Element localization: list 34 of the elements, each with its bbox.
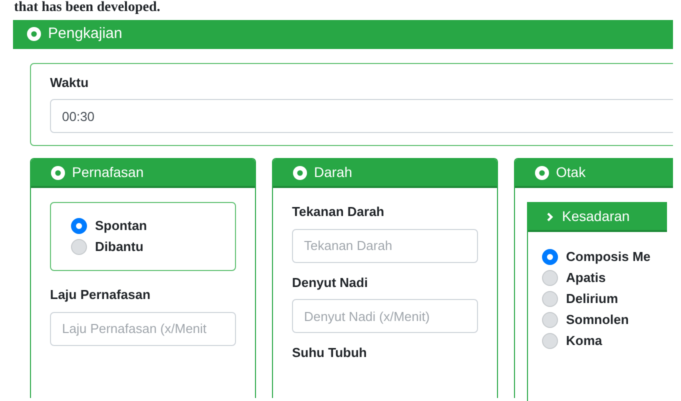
radio-button[interactable]: [542, 332, 558, 348]
radio-label: Apatis: [566, 268, 606, 287]
radio-button[interactable]: [71, 238, 87, 254]
subcard-title: Kesadaran: [562, 207, 630, 226]
circle-dot-icon: [293, 166, 307, 180]
field-label: Tekanan Darah: [292, 203, 384, 221]
radio-label: Delirium: [566, 290, 618, 308]
radio-button[interactable]: [542, 270, 558, 286]
chevron-right-icon: [545, 212, 555, 222]
heading-text: that has been developed.: [14, 0, 160, 16]
input-field[interactable]: Tekanan Darah: [292, 228, 478, 262]
field-label: Suhu Tubuh: [292, 344, 367, 362]
circle-dot-icon: [535, 166, 549, 180]
radio-label: Composis Me: [566, 248, 651, 266]
radio-label: Koma: [566, 332, 602, 350]
input-field[interactable]: Denyut Nadi (x/Menit): [292, 299, 478, 333]
radio-label: Somnolen: [566, 310, 629, 329]
radio-button[interactable]: [542, 312, 558, 328]
card-title: Pernafasan: [72, 163, 144, 182]
radio-label: Spontan: [95, 216, 147, 235]
input-field[interactable]: Laju Pernafasan (x/Menit: [50, 312, 236, 346]
card-title: Otak: [556, 163, 586, 182]
radio-button[interactable]: [542, 248, 558, 264]
card-title: Darah: [314, 163, 352, 182]
radio-button[interactable]: [542, 290, 558, 306]
time-field[interactable]: 00:30: [50, 99, 673, 133]
field-label: Laju Pernafasan: [50, 286, 150, 304]
circle-dot-icon: [51, 166, 65, 180]
circle-dot-icon: [27, 27, 41, 41]
section-title: Pengkajian: [48, 24, 122, 44]
radio-button[interactable]: [71, 218, 87, 234]
field-label: Waktu: [50, 74, 89, 92]
field-label: Denyut Nadi: [292, 274, 368, 292]
radio-label: Dibantu: [95, 238, 144, 256]
